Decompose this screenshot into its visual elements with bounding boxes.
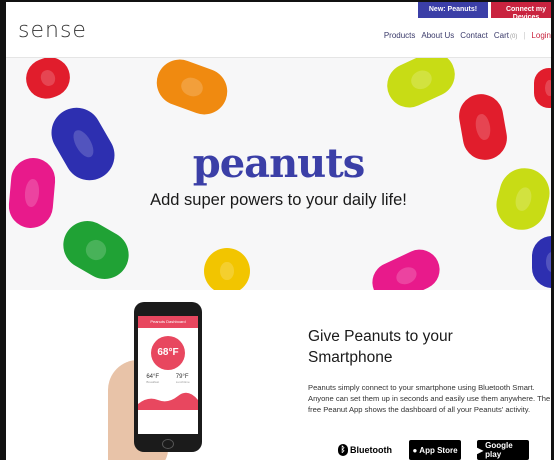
smartphone-section: Peanuts Dashboard 68°F 64°F Breakfast 79… <box>6 290 551 460</box>
peanut-device-orange <box>150 58 234 121</box>
peanuts-wordmark: peanuts <box>192 140 366 187</box>
peanut-device-red-3 <box>534 68 551 108</box>
apple-icon: ● <box>412 445 418 455</box>
temperature-circle: 68°F <box>151 336 185 370</box>
store-badges: ᛒ Bluetooth ● App Store ▶ Google play <box>337 440 529 460</box>
peanut-device-green <box>54 212 138 288</box>
peanut-device-blue-2 <box>532 236 551 288</box>
app-screen: Peanuts Dashboard 68°F 64°F Breakfast 79… <box>138 316 198 434</box>
cart-count: (0) <box>510 34 518 40</box>
nav-about[interactable]: About Us <box>421 31 454 40</box>
play-icon: ▶ <box>477 445 484 455</box>
temperature-wave-graph <box>138 392 198 410</box>
section-body: Peanuts simply connect to your smartphon… <box>308 383 551 414</box>
smartphone: Peanuts Dashboard 68°F 64°F Breakfast 79… <box>134 302 202 452</box>
site-header: sense New: Peanuts! Connect my Devices P… <box>6 2 551 58</box>
nav-cart[interactable]: Cart(0) <box>494 31 517 40</box>
app-title-bar: Peanuts Dashboard <box>138 316 198 328</box>
app-store-label: App Store <box>419 445 458 455</box>
high-temp-label: Lunchtime <box>175 380 190 384</box>
page-frame: sense New: Peanuts! Connect my Devices P… <box>0 0 554 460</box>
peanut-device-yellow <box>204 248 250 290</box>
home-button <box>162 439 174 449</box>
nav-login[interactable]: Login <box>531 31 551 40</box>
peanut-device-pink-2 <box>365 243 447 290</box>
temperature-range: 64°F Breakfast 79°F Lunchtime <box>138 374 198 384</box>
connect-devices-button[interactable]: Connect my Devices <box>491 2 551 21</box>
low-temp-block: 64°F Breakfast <box>146 374 159 384</box>
low-temp-label: Breakfast <box>146 380 160 384</box>
main-nav: Products About Us Contact Cart(0) | Logi… <box>384 31 551 40</box>
bluetooth-smart-badge: ᛒ Bluetooth <box>337 440 393 460</box>
site-logo[interactable]: sense <box>18 18 87 43</box>
nav-products[interactable]: Products <box>384 31 416 40</box>
peanut-device-red <box>20 58 76 105</box>
app-store-badge[interactable]: ● App Store <box>409 440 461 460</box>
nav-cart-label: Cart <box>493 31 509 40</box>
google-play-label: Google play <box>485 441 513 459</box>
hero-tagline: Add super powers to your daily life! <box>150 191 407 209</box>
hero-banner: peanuts Add super powers to your daily l… <box>6 58 551 290</box>
google-play-badge[interactable]: ▶ Google play <box>477 440 529 460</box>
bluetooth-label: Bluetooth <box>350 445 392 455</box>
new-peanuts-button[interactable]: New: Peanuts! <box>418 2 488 18</box>
peanut-device-green-2 <box>379 58 463 115</box>
phone-illustration: Peanuts Dashboard 68°F 64°F Breakfast 79… <box>108 300 226 460</box>
bluetooth-icon: ᛒ <box>338 444 348 456</box>
nav-separator: | <box>523 31 526 40</box>
nav-contact[interactable]: Contact <box>460 31 488 40</box>
section-title: Give Peanuts to your Smartphone <box>308 328 453 366</box>
high-temp-block: 79°F Lunchtime <box>176 374 190 384</box>
